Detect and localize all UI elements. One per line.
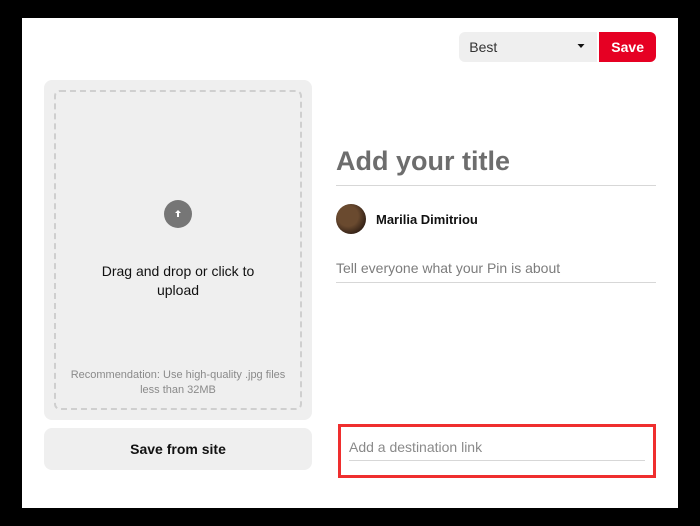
header-actions: Best Save bbox=[459, 32, 656, 62]
upload-hint-text: Recommendation: Use high-quality .jpg fi… bbox=[66, 368, 290, 398]
author-name: Marilia Dimitriou bbox=[376, 212, 478, 227]
destination-link-highlight bbox=[338, 424, 656, 478]
title-input[interactable] bbox=[336, 142, 656, 186]
upload-primary-text: Drag and drop or click to upload bbox=[88, 262, 268, 300]
avatar bbox=[336, 204, 366, 234]
left-column: Drag and drop or click to upload Recomme… bbox=[44, 80, 312, 494]
save-from-site-button[interactable]: Save from site bbox=[44, 428, 312, 470]
upload-dropzone[interactable]: Drag and drop or click to upload Recomme… bbox=[54, 90, 302, 410]
destination-link-input[interactable] bbox=[349, 437, 645, 461]
save-button[interactable]: Save bbox=[599, 32, 656, 62]
description-input[interactable] bbox=[336, 256, 656, 283]
upload-card: Drag and drop or click to upload Recomme… bbox=[44, 80, 312, 420]
pin-builder-panel: Best Save Drag and drop or click to uplo… bbox=[22, 18, 678, 508]
author-row: Marilia Dimitriou bbox=[336, 204, 656, 234]
board-select[interactable]: Best bbox=[459, 32, 597, 62]
upload-arrow-icon bbox=[164, 200, 192, 228]
board-select-value: Best bbox=[469, 39, 497, 55]
chevron-down-icon bbox=[575, 39, 587, 55]
